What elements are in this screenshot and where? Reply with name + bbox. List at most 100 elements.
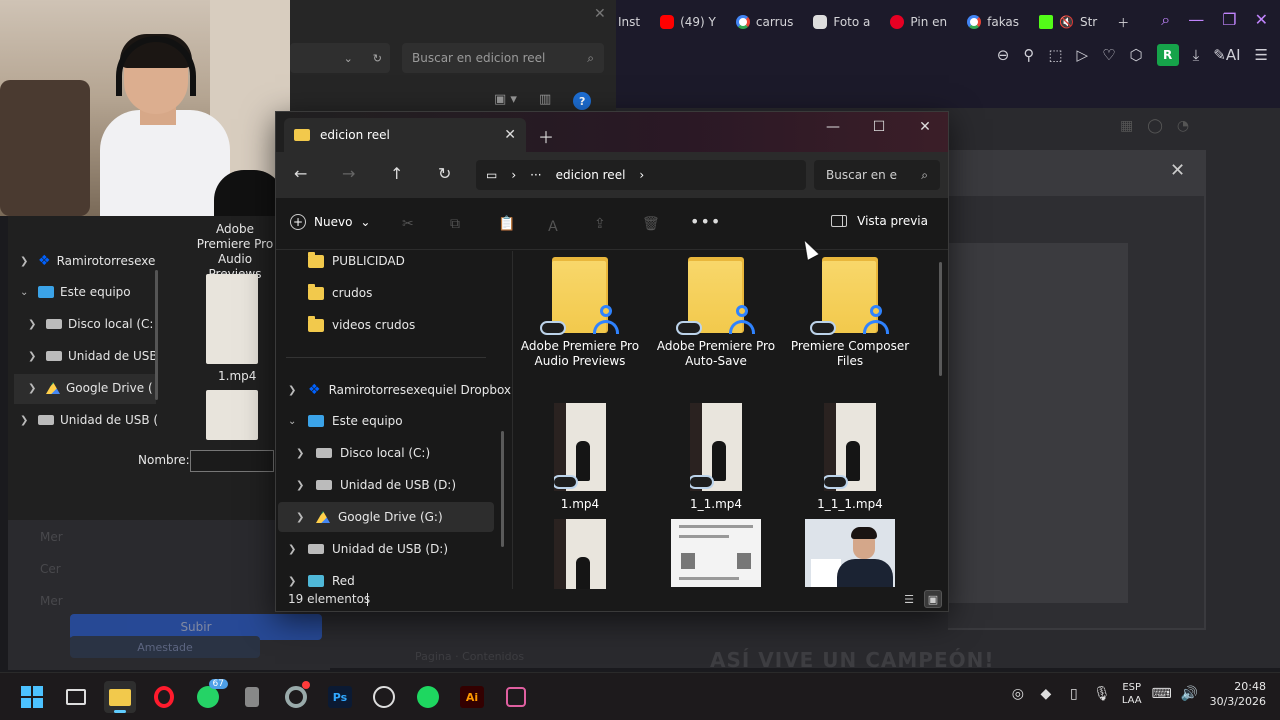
chevron-right-icon[interactable]: ❯ <box>20 256 32 267</box>
video-item[interactable]: 1.mp4 <box>520 403 640 512</box>
minimize-button[interactable]: — <box>810 112 856 142</box>
usb-eject-icon[interactable]: ▯ <box>1066 686 1082 702</box>
preview-pane-icon[interactable]: ▥ <box>539 92 551 110</box>
chrome-tray-icon[interactable]: ◆ <box>1038 686 1054 702</box>
computer-icon[interactable]: ▭ <box>486 168 497 182</box>
task-view-button[interactable] <box>60 681 92 713</box>
download-icon[interactable]: ⤓ <box>1193 46 1200 64</box>
explorer-tab[interactable]: edicion reel ✕ <box>284 118 526 152</box>
browser-tab-carrus[interactable]: carrus <box>728 8 801 36</box>
nav-item-red[interactable]: ❯ Red <box>288 574 355 588</box>
browser-tab-kick[interactable]: 🔇 Str <box>1031 8 1105 36</box>
minimize-icon[interactable]: — <box>1188 10 1204 30</box>
grid-icon[interactable]: ▦ <box>1120 118 1133 134</box>
chevron-down-icon[interactable]: ⌄ <box>288 416 300 427</box>
folder-item[interactable]: Adobe Premiere Pro Auto-Save <box>656 251 776 369</box>
chevron-right-icon[interactable]: ❯ <box>20 415 32 426</box>
nav-item-usb-d[interactable]: ❯ Unidad de USB (D:) <box>296 478 456 492</box>
back-icon[interactable]: ← <box>294 164 307 183</box>
rename-icon[interactable]: Ａ <box>546 216 560 236</box>
new-button[interactable]: + Nuevo ⌄ <box>290 214 370 230</box>
video-thumbnail[interactable] <box>206 274 258 364</box>
chevron-right-icon[interactable]: ❯ <box>28 351 40 362</box>
chevron-right-icon[interactable]: › <box>511 168 516 182</box>
more-path-icon[interactable]: ··· <box>530 168 541 182</box>
app-button[interactable] <box>236 681 268 713</box>
menu-icon[interactable]: ☰ <box>1255 46 1268 64</box>
chevron-right-icon[interactable]: ❯ <box>288 576 300 587</box>
video-item[interactable]: 1_1_1.mp4 <box>790 403 910 512</box>
breadcrumb[interactable]: edicion reel <box>556 168 626 182</box>
language-indicator[interactable]: ESP LAA <box>1122 681 1142 707</box>
pane-splitter[interactable] <box>512 251 513 589</box>
close-button[interactable]: ✕ <box>902 112 948 142</box>
browser-tab-fakas[interactable]: fakas <box>959 8 1027 36</box>
chrome-button[interactable] <box>280 681 312 713</box>
dialog-close-icon[interactable]: ✕ <box>594 6 606 22</box>
profile-avatar[interactable]: R <box>1156 44 1179 66</box>
nav-item-publicidad[interactable]: PUBLICIDAD <box>308 251 405 268</box>
content-scrollbar[interactable] <box>939 262 942 376</box>
close-icon[interactable]: ✕ <box>1255 10 1268 30</box>
opera-button[interactable] <box>148 681 180 713</box>
preview-button[interactable]: Vista previa <box>831 214 928 228</box>
document-item[interactable] <box>656 519 776 587</box>
nav-item-dropbox[interactable]: ❯ ❖ Ramirotorresexequiel Dropbox <box>288 382 511 398</box>
video-thumbnail[interactable] <box>206 390 258 440</box>
bell-icon[interactable]: ◔ <box>1177 118 1189 134</box>
view-menu-icon[interactable]: ▣ ▾ <box>494 92 517 110</box>
screenshot-icon[interactable]: ⬚ <box>1048 46 1062 64</box>
chevron-down-icon[interactable]: ⌄ <box>344 52 353 65</box>
nav-scrollbar[interactable] <box>501 431 504 547</box>
extensions-icon[interactable]: ⬡ <box>1130 46 1143 64</box>
video-item[interactable] <box>520 519 640 589</box>
tree-item-este-equipo[interactable]: ⌄ Este equipo <box>20 285 131 299</box>
folder-item[interactable]: Premiere Composer Files <box>790 251 910 369</box>
chevron-right-icon[interactable]: ❯ <box>288 385 300 396</box>
browser-tab-pinterest[interactable]: Pin en <box>882 8 955 36</box>
dialog-address-bar[interactable]: ⌄ ↻ <box>290 43 390 73</box>
spotify-button[interactable] <box>412 681 444 713</box>
nav-item-disco-local[interactable]: ❯ Disco local (C:) <box>296 446 430 460</box>
cut-icon[interactable]: ✂ <box>402 216 414 232</box>
new-tab-icon[interactable]: ＋ <box>538 124 554 148</box>
heart-icon[interactable]: ♡ <box>1102 46 1115 64</box>
play-icon[interactable]: ▷ <box>1077 46 1089 64</box>
snipping-tool-button[interactable] <box>500 681 532 713</box>
up-icon[interactable]: ↑ <box>390 164 403 183</box>
nav-item-google-drive[interactable]: ❯ Google Drive (G:) <box>296 510 443 524</box>
share-icon[interactable]: ⇪ <box>594 216 606 232</box>
chevron-right-icon[interactable]: ❯ <box>296 480 308 491</box>
tree-item-usb[interactable]: ❯ Unidad de USB <box>28 349 158 363</box>
tree-item-usb-2[interactable]: ❯ Unidad de USB ( <box>20 413 158 427</box>
address-bar[interactable]: ▭ › ··· edicion reel › <box>476 160 806 190</box>
illustrator-button[interactable]: Ai <box>456 681 488 713</box>
browser-tab-youtube[interactable]: (49) Y <box>652 8 724 36</box>
chat-icon[interactable]: ◯ <box>1147 118 1163 134</box>
tree-item-disco-local[interactable]: ❯ Disco local (C: <box>28 317 153 331</box>
paste-icon[interactable]: 📋 <box>498 216 515 232</box>
chevron-right-icon[interactable]: ❯ <box>296 448 308 459</box>
filename-input[interactable] <box>190 450 274 472</box>
folder-item[interactable]: Adobe Premiere Pro Audio Previews <box>520 251 640 369</box>
delete-icon[interactable]: 🗑 <box>642 216 660 232</box>
modal-close-icon[interactable]: ✕ <box>1170 160 1185 181</box>
clock[interactable]: 20:48 30/3/2026 <box>1210 679 1266 709</box>
help-icon[interactable]: ? <box>573 92 592 110</box>
microphone-icon[interactable]: 🎙 <box>1093 686 1111 702</box>
tray-app-icon[interactable]: ◎ <box>1010 686 1026 702</box>
restore-icon[interactable]: ❐ <box>1222 10 1236 30</box>
file-explorer-button[interactable] <box>104 681 136 713</box>
network-icon[interactable]: ⌨ <box>1151 686 1171 702</box>
tree-item-dropbox[interactable]: ❯ ❖ Ramirotorresexe <box>20 253 155 269</box>
search-input[interactable]: Buscar en e ⌕ <box>814 160 940 190</box>
chevron-right-icon[interactable]: ❯ <box>28 383 40 394</box>
folder-label[interactable]: Adobe Premiere Pro Audio Previews <box>190 222 280 282</box>
tree-item-google-drive[interactable]: ❯ Google Drive ( <box>28 381 153 395</box>
video-item[interactable]: 1_1.mp4 <box>656 403 776 512</box>
tiles-view-icon[interactable]: ▣ <box>924 590 942 608</box>
photoshop-button[interactable]: Ps <box>324 681 356 713</box>
copy-icon[interactable]: ⧉ <box>450 216 460 232</box>
search-icon[interactable]: ⌕ <box>1161 10 1170 30</box>
more-options-icon[interactable]: ••• <box>690 212 721 231</box>
